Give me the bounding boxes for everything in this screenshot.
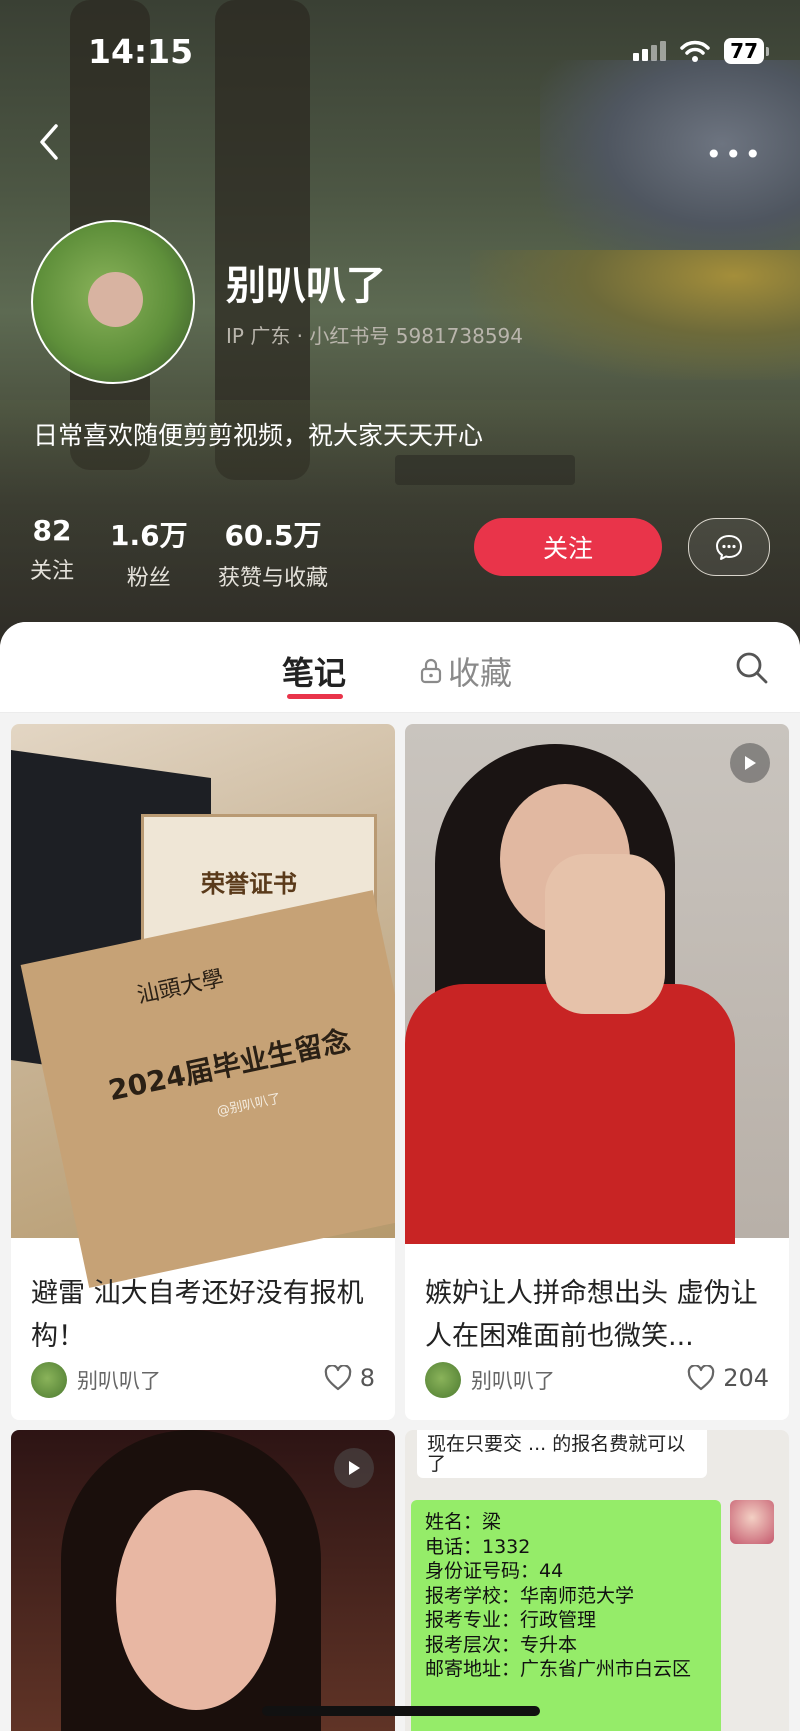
stat-followers[interactable]: 1.6万 粉丝 bbox=[110, 514, 188, 592]
chat-bubble-white: 现在只要交 ... 的报名费就可以了 bbox=[417, 1430, 707, 1478]
note-title: 嫉妒让人拼命想出头 虚伪让人在困难面前也微笑... bbox=[425, 1278, 758, 1352]
more-options-icon[interactable]: ••• bbox=[705, 138, 764, 171]
note-cover-image: 荣誉证书 汕頭大學 2024届毕业生留念 @别叭叭了 bbox=[11, 724, 395, 1288]
active-tab-indicator bbox=[287, 694, 343, 699]
content-sheet: 笔记 收藏 荣誉证书 汕頭大學 2024届毕业生留念 @别叭叭了 避雷 汕大自考… bbox=[0, 622, 800, 1731]
message-button[interactable] bbox=[688, 518, 770, 576]
status-time: 14:15 bbox=[88, 32, 194, 71]
search-icon[interactable] bbox=[734, 650, 770, 686]
chat-line: 姓名：梁 bbox=[425, 1511, 502, 1533]
heart-icon bbox=[687, 1365, 715, 1391]
stat-following[interactable]: 82 关注 bbox=[30, 514, 74, 585]
video-play-icon bbox=[730, 743, 770, 783]
chat-line: 邮寄地址：广东省广州市白云区 bbox=[425, 1658, 692, 1680]
stat-value: 1.6万 bbox=[110, 519, 188, 552]
background-hill bbox=[470, 250, 800, 380]
note-cover-image: 现在只要交 ... 的报名费就可以了 姓名：梁 电话：1332 身份证号码：44… bbox=[405, 1430, 789, 1731]
wifi-icon bbox=[680, 40, 710, 62]
stat-value: 82 bbox=[32, 514, 72, 547]
note-card[interactable]: 荣誉证书 汕頭大學 2024届毕业生留念 @别叭叭了 避雷 汕大自考还好没有报机… bbox=[11, 724, 395, 1420]
stat-likes-and-favorites[interactable]: 60.5万 获赞与收藏 bbox=[218, 514, 328, 592]
author-name: 别叭叭了 bbox=[77, 1369, 161, 1393]
status-icons: 77 bbox=[633, 38, 769, 64]
author-avatar bbox=[425, 1362, 461, 1398]
tab-favorites[interactable]: 收藏 bbox=[420, 648, 512, 694]
heart-icon bbox=[324, 1365, 351, 1391]
chat-bubble-green: 姓名：梁 电话：1332 身份证号码：44 报考学校：华南师范大学 报考专业：行… bbox=[411, 1500, 721, 1731]
stat-value: 60.5万 bbox=[224, 519, 322, 552]
note-author[interactable]: 别叭叭了 bbox=[31, 1362, 161, 1398]
chat-bubble-icon bbox=[716, 535, 742, 560]
bio: 日常喜欢随便剪剪视频，祝大家天天开心 bbox=[33, 421, 484, 450]
tab-notes[interactable]: 笔记 bbox=[282, 648, 346, 694]
nickname: 别叭叭了 bbox=[226, 263, 386, 309]
chat-line: 报考专业：行政管理 bbox=[425, 1609, 597, 1631]
note-card[interactable]: 现在只要交 ... 的报名费就可以了 姓名：梁 电话：1332 身份证号码：44… bbox=[405, 1430, 789, 1731]
avatar[interactable] bbox=[31, 220, 195, 384]
chat-line: 电话：1332 bbox=[425, 1535, 531, 1558]
back-arrow-icon[interactable] bbox=[34, 120, 64, 164]
like-count: 204 bbox=[723, 1364, 769, 1392]
stat-label: 关注 bbox=[30, 559, 75, 584]
cover-shirt bbox=[405, 984, 735, 1244]
chat-line: 报考学校：华南师范大学 bbox=[425, 1584, 635, 1607]
note-card[interactable]: 嫉妒让人拼命想出头 虚伪让人在困难面前也微笑... 别叭叭了 204 bbox=[405, 724, 789, 1420]
lock-icon bbox=[420, 658, 442, 684]
tab-bar: 笔记 收藏 bbox=[0, 622, 800, 713]
like-count: 8 bbox=[359, 1364, 375, 1392]
background-bench bbox=[395, 455, 575, 485]
author-name: 别叭叭了 bbox=[471, 1369, 555, 1393]
note-title: 避雷 汕大自考还好没有报机构！ bbox=[31, 1278, 364, 1352]
tab-favorites-label: 收藏 bbox=[448, 654, 513, 692]
battery-icon: 77 bbox=[724, 38, 769, 64]
chat-line: 身份证号码：44 bbox=[425, 1560, 564, 1582]
chat-line: 报考层次：专升本 bbox=[425, 1633, 578, 1656]
author-avatar bbox=[31, 1362, 67, 1398]
follow-button[interactable]: 关注 bbox=[474, 518, 662, 576]
note-author[interactable]: 别叭叭了 bbox=[425, 1362, 555, 1398]
stat-label: 获赞与收藏 bbox=[218, 566, 329, 591]
cover-hands bbox=[545, 854, 665, 1014]
note-cover-image bbox=[405, 724, 789, 1244]
video-play-icon bbox=[334, 1448, 374, 1488]
note-card[interactable] bbox=[11, 1430, 395, 1731]
like-button[interactable]: 8 bbox=[324, 1364, 375, 1392]
avatar-face bbox=[88, 272, 143, 327]
cover-certificate-text: 荣誉证书 bbox=[201, 870, 297, 898]
cellular-signal-icon bbox=[633, 41, 667, 61]
stat-label: 粉丝 bbox=[126, 566, 171, 591]
home-indicator[interactable] bbox=[262, 1706, 540, 1716]
cover-face bbox=[116, 1490, 276, 1710]
like-button[interactable]: 204 bbox=[687, 1364, 769, 1392]
chat-avatar bbox=[730, 1500, 774, 1544]
ip-and-id: IP 广东 · 小红书号 5981738594 bbox=[226, 324, 523, 348]
